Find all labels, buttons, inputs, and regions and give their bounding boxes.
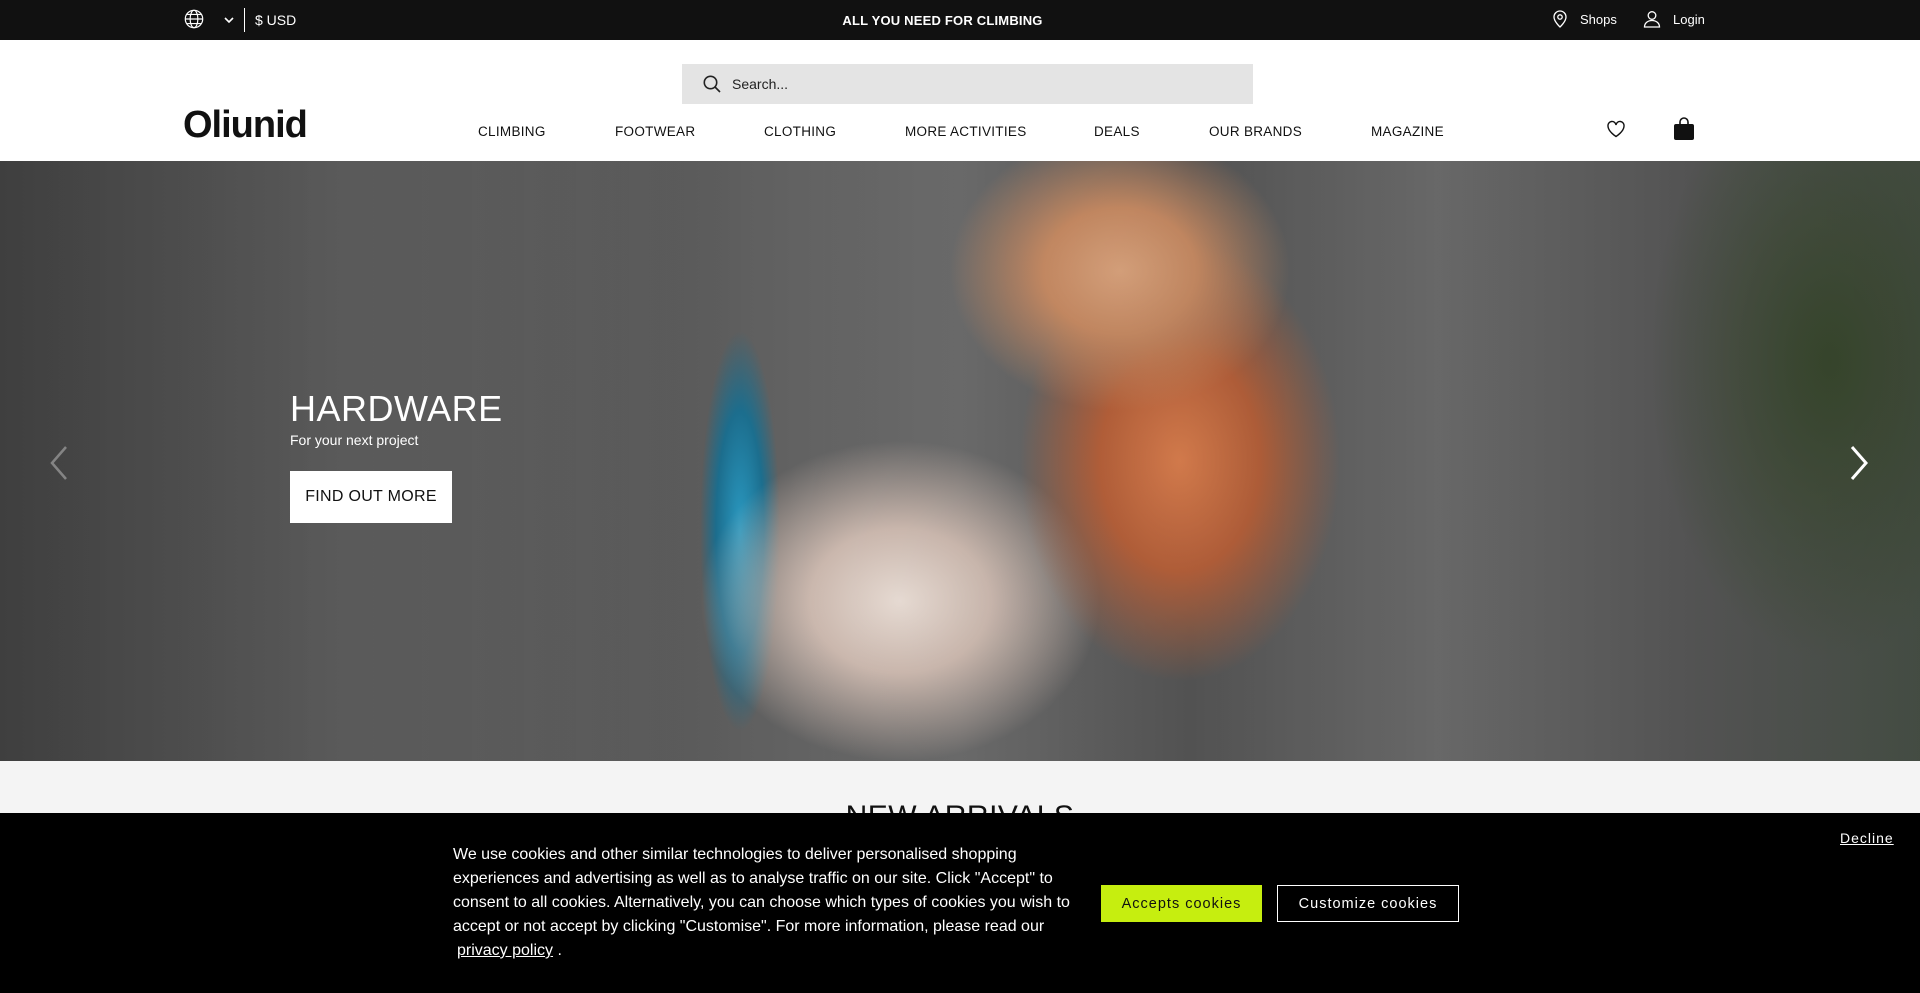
cookie-text-end: . (557, 942, 562, 959)
hero-banner: HARDWARE For your next project FIND OUT … (0, 161, 1920, 761)
cookie-text: We use cookies and other similar technol… (453, 846, 1070, 935)
nav-clothing[interactable]: CLOTHING (764, 124, 836, 139)
search-icon[interactable] (702, 74, 722, 94)
nav-climbing[interactable]: CLIMBING (478, 124, 546, 139)
hero-title: HARDWARE (290, 388, 503, 429)
cookie-message: We use cookies and other similar technol… (453, 843, 1093, 963)
accept-cookies-button[interactable]: Accepts cookies (1101, 885, 1262, 922)
chevron-right-icon[interactable] (1846, 443, 1872, 483)
find-out-more-button[interactable]: FIND OUT MORE (290, 471, 452, 523)
user-icon (1643, 11, 1661, 28)
chevron-left-icon[interactable] (46, 443, 72, 483)
site-logo[interactable]: Oliunid (183, 106, 308, 144)
cookie-banner: We use cookies and other similar technol… (0, 813, 1920, 993)
nav-more-activities[interactable]: MORE ACTIVITIES (905, 124, 1027, 139)
login-label: Login (1673, 11, 1705, 27)
decline-cookies-link[interactable]: Decline (1840, 830, 1894, 846)
customize-cookies-button[interactable]: Customize cookies (1277, 885, 1459, 922)
shops-label: Shops (1580, 11, 1617, 27)
site-header: Oliunid CLIMBING FOOTWEAR CLOTHING MORE … (0, 40, 1920, 161)
search-bar[interactable] (682, 64, 1253, 104)
nav-magazine[interactable]: MAGAZINE (1371, 124, 1444, 139)
heart-icon[interactable] (1606, 119, 1626, 139)
shopping-bag-icon[interactable] (1673, 117, 1695, 141)
map-pin-icon (1553, 10, 1567, 28)
top-bar: $ USD ALL YOU NEED FOR CLIMBING Shops Lo… (0, 0, 1920, 40)
privacy-policy-link[interactable]: privacy policy (457, 942, 553, 959)
shops-link[interactable]: Shops (1552, 10, 1617, 28)
nav-deals[interactable]: DEALS (1094, 124, 1140, 139)
hero-subtitle: For your next project (290, 432, 419, 448)
search-input[interactable] (732, 76, 1212, 92)
nav-our-brands[interactable]: OUR BRANDS (1209, 124, 1302, 139)
login-link[interactable]: Login (1643, 10, 1705, 28)
hero-image (0, 161, 1920, 761)
nav-footwear[interactable]: FOOTWEAR (615, 124, 695, 139)
